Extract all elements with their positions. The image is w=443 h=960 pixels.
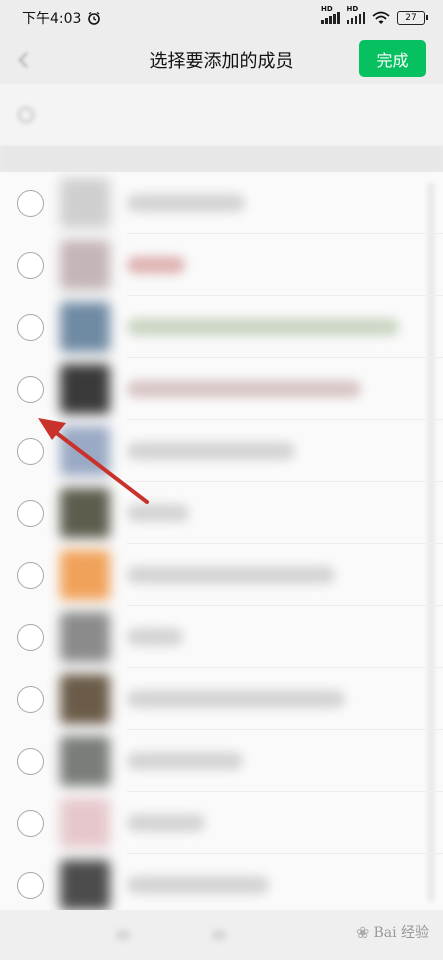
avatar [60,240,110,290]
contact-name [127,256,185,274]
contact-name [127,628,183,646]
contact-row[interactable] [0,358,443,420]
avatar [60,674,110,724]
signal-icon: HD [346,5,365,24]
avatar [60,426,110,476]
avatar [60,860,110,910]
contact-row[interactable] [0,792,443,854]
signal-icon: HD [321,5,340,24]
select-checkbox[interactable] [17,747,44,775]
select-checkbox[interactable] [17,623,44,651]
status-icons: HD HD 27 [321,5,428,25]
bottom-bar: ❀ Bai 经验 [0,910,443,960]
contact-name [127,566,335,584]
signal-hd-label: HD [321,5,333,13]
alarm-icon [88,11,101,25]
contact-name [127,194,245,212]
contact-row[interactable] [0,730,443,792]
avatar [60,736,110,786]
contact-name [127,752,243,770]
status-time: 下午4:03 [22,11,82,27]
avatar [60,364,110,414]
battery-level: 27 [405,13,417,23]
status-time-group: 下午4:03 [22,8,101,28]
contact-row[interactable] [0,172,443,234]
select-checkbox[interactable] [17,437,44,465]
contact-row[interactable] [0,854,443,910]
contact-name [127,318,399,336]
select-checkbox[interactable] [17,313,44,341]
select-checkbox[interactable] [17,375,44,403]
contact-row[interactable] [0,296,443,358]
battery-icon: 27 [397,11,428,25]
status-bar: 下午4:03 HD HD 27 [0,0,443,36]
search-icon [18,107,34,123]
select-checkbox[interactable] [17,871,44,899]
contact-name [127,380,361,398]
select-checkbox[interactable] [17,189,44,217]
search-area[interactable] [0,84,443,146]
contact-list[interactable] [0,172,443,910]
select-checkbox[interactable] [17,685,44,713]
select-checkbox[interactable] [17,251,44,279]
contact-name [127,690,345,708]
contact-row[interactable] [0,234,443,296]
select-checkbox[interactable] [17,561,44,589]
contact-row[interactable] [0,420,443,482]
contact-row[interactable] [0,606,443,668]
bottom-dot [212,930,226,940]
select-checkbox[interactable] [17,499,44,527]
avatar [60,302,110,352]
contact-name [127,504,189,522]
avatar [60,488,110,538]
contact-row[interactable] [0,544,443,606]
page-title: 选择要添加的成员 [149,51,294,72]
signal-hd-label: HD [346,5,359,13]
contact-name [127,814,205,832]
baidu-paw-icon: ❀ [356,922,370,942]
contact-name [127,876,269,894]
section-header [0,146,443,172]
wifi-icon [372,11,390,24]
search-input[interactable] [18,107,34,123]
contact-row[interactable] [0,482,443,544]
select-checkbox[interactable] [17,809,44,837]
chevron-left-icon [18,52,28,68]
avatar [60,798,110,848]
contact-row[interactable] [0,668,443,730]
done-button[interactable]: 完成 [359,40,426,77]
watermark: ❀ Bai 经验 [356,922,429,942]
bottom-dot [116,930,130,940]
back-button[interactable] [14,50,34,70]
avatar [60,550,110,600]
avatar [60,178,110,228]
avatar [60,612,110,662]
nav-bar: 选择要添加的成员 完成 [0,36,443,84]
watermark-text: Bai 经验 [373,925,429,941]
contact-name [127,442,295,460]
